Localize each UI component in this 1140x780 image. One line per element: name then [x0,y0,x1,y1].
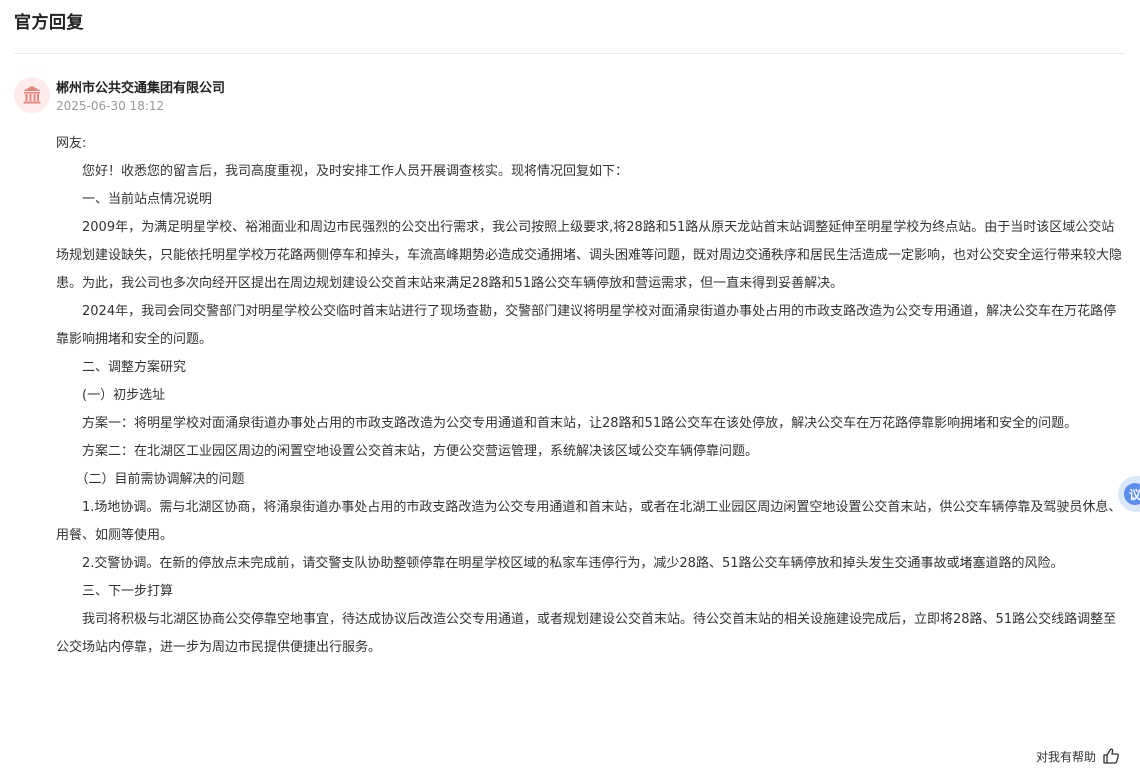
thumbs-up-icon [1103,748,1120,764]
reply-paragraph: 方案一：将明星学校对面涌泉街道办事处占用的市政支路改造为公交专用通道和首末站，让… [56,416,1078,431]
reply-paragraph: 网友: [56,136,87,151]
helpful-label: 对我有帮助 [1035,749,1096,764]
org-name: 郴州市公共交通集团有限公司 [56,81,226,96]
section-title: 官方回复 [14,13,84,33]
reply-paragraph: 1.场地协调。需与北湖区协商，将涌泉街道办事处占用的市政支路改造为公交专用通道和… [56,500,1122,543]
reply-paragraph: 方案二：在北湖区工业园区周边的闲置空地设置公交首末站，方便公交营运管理，系统解决… [56,444,759,459]
government-building-icon [23,86,41,104]
reply-body: 网友: 您好！收悉您的留言后，我司高度重视，及时安排工作人员开展调查核实。现将情… [56,130,1126,662]
title-divider [14,53,1126,54]
reply-paragraph: 您好！收悉您的留言后，我司高度重视，及时安排工作人员开展调查核实。现将情况回复如… [56,164,629,179]
reply-paragraph: (一）初步选址 [56,388,166,403]
reply-paragraph: 我司将积极与北湖区协商公交停靠空地事宜，待达成协议后改造公交专用通道，或者规划建… [56,612,1117,655]
helpful-button[interactable]: 对我有帮助 [1036,747,1120,765]
reply-paragraph: 三、下一步打算 [56,584,174,599]
reply-paragraph: 2024年，我司会同交警部门对明星学校公交临时首末站进行了现场查勘，交警部门建议… [56,304,1117,347]
floating-side-tab-icon: 议 [1124,483,1140,505]
reply-paragraph: 2009年，为满足明星学校、裕湘面业和周边市民强烈的公交出行需求，我公司按照上级… [56,220,1123,291]
org-avatar [14,77,50,113]
reply-paragraph: 一、当前站点情况说明 [56,192,213,207]
official-reply-panel: 官方回复 郴州市公共交通集团有限公司 2025-06-30 18:12 网友: … [0,0,1140,780]
reply-paragraph: （二）目前需协调解决的问题 [56,472,245,487]
reply-time: 2025-06-30 18:12 [56,99,165,113]
reply-paragraph: 2.交警协调。在新的停放点未完成前，请交警支队协助整顿停靠在明星学校区域的私家车… [56,556,1064,571]
reply-paragraph: 二、调整方案研究 [56,360,187,375]
